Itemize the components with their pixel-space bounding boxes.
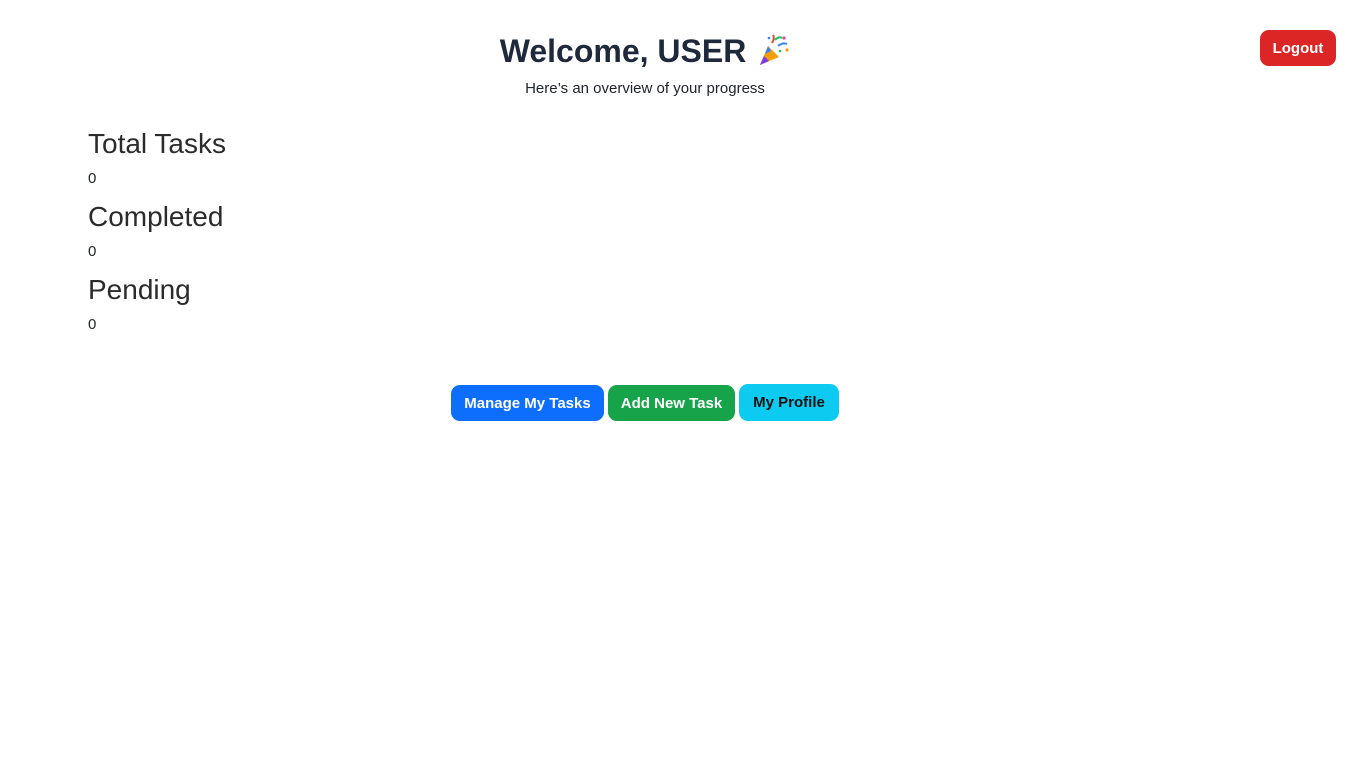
my-profile-button[interactable]: My Profile (739, 384, 839, 421)
stat-completed: Completed 0 (88, 199, 226, 261)
stat-value: 0 (88, 243, 97, 260)
page-subtitle: Here’s an overview of your progress (525, 80, 765, 97)
stat-label: Pending (88, 274, 191, 305)
stats-section: Total Tasks 0 Completed 0 Pending 0 (88, 126, 226, 345)
stat-label: Total Tasks (88, 128, 226, 159)
page-title: Welcome, USER (500, 30, 791, 72)
add-task-button[interactable]: Add New Task (608, 385, 735, 421)
action-buttons: Manage My Tasks Add New Task My Profile (451, 384, 839, 421)
stat-total-tasks: Total Tasks 0 (88, 126, 226, 188)
welcome-title-text: Welcome, USER (499, 33, 747, 69)
stat-pending: Pending 0 (88, 272, 226, 334)
stat-label: Completed (88, 201, 224, 232)
party-popper-icon (756, 34, 790, 68)
manage-tasks-button[interactable]: Manage My Tasks (451, 385, 604, 421)
stat-value: 0 (88, 316, 97, 333)
welcome-header: Welcome, USER Here’s an overview of your… (0, 30, 1290, 98)
stat-value: 0 (88, 170, 97, 187)
